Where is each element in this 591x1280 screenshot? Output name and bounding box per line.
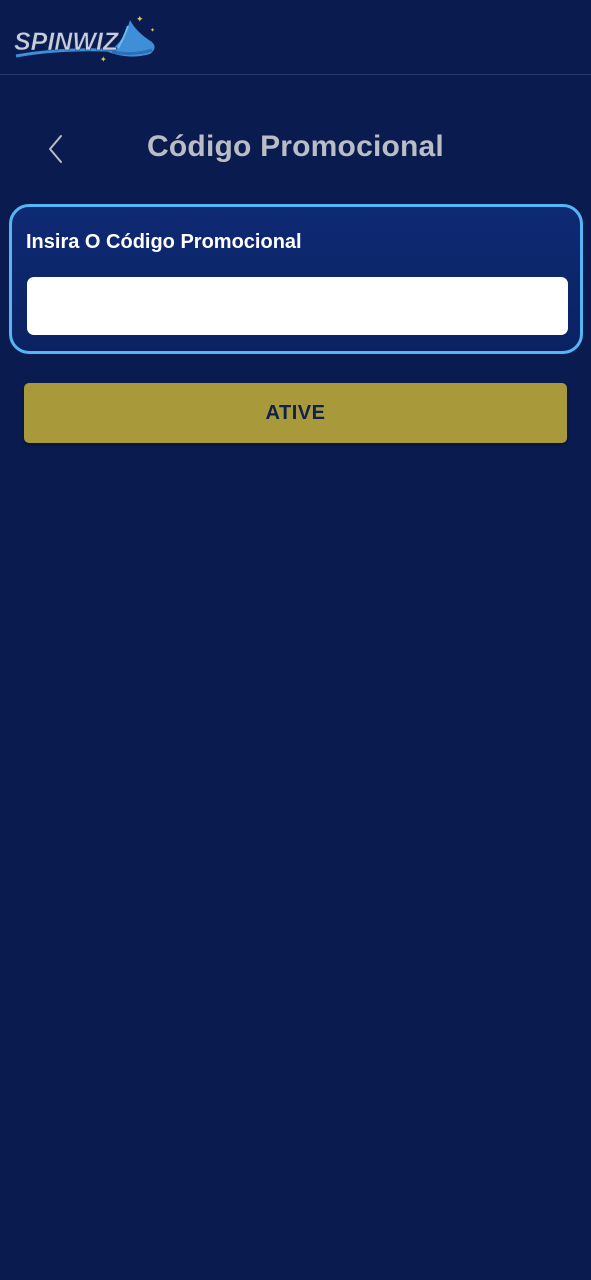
promo-code-label: Insira O Código Promocional	[26, 231, 302, 253]
wizard-hat-icon: ✦ ✦ ✦ SPINWIZ	[14, 15, 155, 64]
svg-text:✦: ✦	[100, 55, 107, 64]
svg-text:✦: ✦	[150, 27, 155, 34]
svg-text:✦: ✦	[136, 15, 144, 25]
top-bar: ✦ ✦ ✦ SPINWIZ	[0, 0, 591, 75]
spinwiz-logo[interactable]: ✦ ✦ ✦ SPINWIZ	[12, 12, 160, 64]
promo-code-input[interactable]	[27, 277, 568, 335]
promo-code-screen: ✦ ✦ ✦ SPINWIZ Código Promocional Insira …	[0, 0, 591, 1280]
activate-button[interactable]: ATIVE	[24, 383, 567, 443]
promo-code-card: Insira O Código Promocional	[9, 204, 583, 354]
page-title: Código Promocional	[147, 130, 444, 163]
svg-text:SPINWIZ: SPINWIZ	[14, 28, 120, 56]
page-header: Código Promocional	[0, 120, 591, 180]
